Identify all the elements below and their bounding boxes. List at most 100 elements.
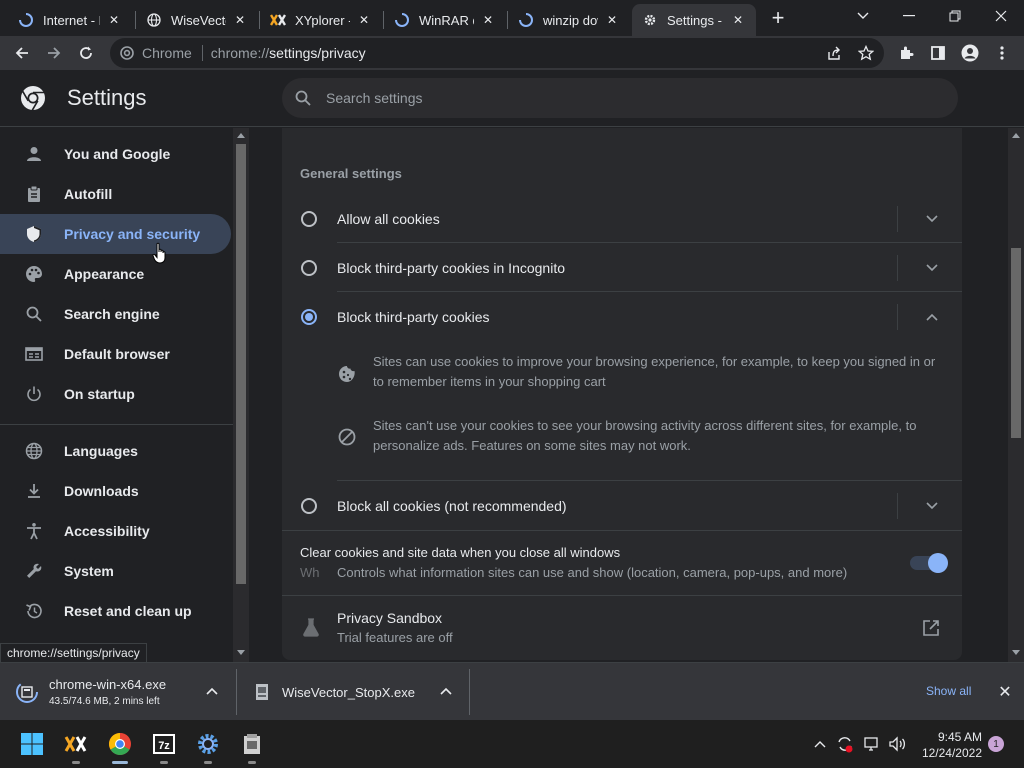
main-scrollbar[interactable]: [1008, 128, 1024, 662]
sync-alert-icon[interactable]: [835, 734, 855, 754]
volume-icon[interactable]: [887, 734, 907, 754]
close-icon[interactable]: ✕: [730, 12, 746, 28]
profile-icon[interactable]: [958, 41, 982, 65]
sidebar-scrollbar[interactable]: [233, 128, 249, 662]
chevron-up-icon[interactable]: [206, 687, 218, 695]
clear-on-close-title: Clear cookies and site data when you clo…: [300, 545, 621, 560]
bookmark-star-icon[interactable]: [854, 41, 878, 65]
tab-settings[interactable]: Settings - C ✕: [632, 4, 756, 36]
close-icon[interactable]: ✕: [232, 12, 248, 28]
close-icon[interactable]: ✕: [356, 12, 372, 28]
tab-search-icon[interactable]: [840, 0, 886, 32]
taskbar-chrome[interactable]: [104, 728, 136, 764]
sidebar-item-you-and-google[interactable]: You and Google: [0, 134, 231, 174]
site-chip-label: Chrome: [142, 45, 192, 61]
radio-button[interactable]: [301, 210, 317, 227]
xyplorer-icon: [64, 736, 87, 752]
chevron-down-icon[interactable]: [920, 256, 944, 280]
sidebar-item-reset-and-clean-up[interactable]: Reset and clean up: [0, 591, 231, 631]
forward-button[interactable]: [40, 39, 68, 67]
share-icon[interactable]: [822, 41, 846, 65]
chevron-down-icon[interactable]: [920, 207, 944, 231]
chevron-up-icon[interactable]: [440, 687, 452, 695]
chrome-icon: [109, 733, 131, 755]
chevron-up-icon[interactable]: [920, 305, 944, 329]
cookie-option-block-all[interactable]: Block all cookies (not recommended): [282, 481, 962, 530]
sidebar-item-label: Autofill: [64, 186, 113, 202]
tab-title: WinRAR do: [419, 12, 474, 28]
site-info-chip[interactable]: Chrome: [120, 45, 192, 61]
installer-icon: [244, 734, 260, 754]
tab-winzip[interactable]: winzip dow ✕: [508, 4, 630, 36]
flask-icon: [303, 618, 319, 637]
back-button[interactable]: [8, 39, 36, 67]
option-label: Block third-party cookies: [337, 308, 490, 325]
taskbar-7zip[interactable]: 7z: [148, 728, 180, 764]
sidebar-item-autofill[interactable]: Autofill: [0, 174, 231, 214]
tab-winrar[interactable]: WinRAR do ✕: [384, 4, 506, 36]
start-button[interactable]: [16, 728, 48, 760]
search-icon: [22, 302, 46, 326]
taskbar-xyplorer[interactable]: [60, 728, 92, 764]
new-tab-button[interactable]: +: [764, 5, 792, 30]
notification-badge[interactable]: 1: [988, 736, 1004, 752]
sidebar-item-languages[interactable]: Languages: [0, 431, 231, 471]
sidebar-item-search-engine[interactable]: Search engine: [0, 294, 231, 334]
settings-search[interactable]: [282, 78, 958, 118]
address-bar[interactable]: Chrome chrome://settings/privacy: [110, 38, 884, 68]
tab-xyplorer[interactable]: XYplorer - ✕: [260, 4, 382, 36]
tab-wisevector[interactable]: WiseVector ✕: [136, 4, 258, 36]
chevron-down-icon[interactable]: [920, 494, 944, 518]
scroll-down-icon[interactable]: [237, 650, 245, 656]
download-item[interactable]: chrome-win-x64.exe 43.5/74.6 MB, 2 mins …: [16, 663, 228, 721]
url-text[interactable]: chrome://settings/privacy: [211, 45, 366, 61]
globe-icon: [146, 12, 162, 28]
radio-button[interactable]: [301, 497, 317, 514]
cookie-option-allow-all[interactable]: Allow all cookies: [282, 194, 962, 243]
reload-button[interactable]: [72, 39, 100, 67]
option-label: Allow all cookies: [337, 210, 440, 227]
sidebar-item-accessibility[interactable]: Accessibility: [0, 511, 231, 551]
menu-kebab-icon[interactable]: [990, 41, 1014, 65]
minimize-button[interactable]: [886, 0, 932, 32]
extensions-icon[interactable]: [894, 41, 918, 65]
radio-button[interactable]: [301, 259, 317, 276]
close-icon[interactable]: ✕: [604, 12, 620, 28]
clear-on-close-toggle[interactable]: [910, 553, 948, 573]
taskbar-clock[interactable]: 9:45 AM 12/24/2022: [918, 729, 982, 761]
network-icon[interactable]: [862, 734, 882, 754]
tab-internet[interactable]: Internet - B ✕: [8, 4, 132, 36]
tray-chevron-up-icon[interactable]: [810, 734, 830, 754]
radio-button-selected[interactable]: [301, 308, 317, 325]
external-link-icon[interactable]: [922, 619, 940, 637]
status-url: chrome://settings/privacy: [0, 643, 147, 663]
palette-icon: [22, 262, 46, 286]
sidebar-item-privacy-and-security[interactable]: Privacy and security: [0, 214, 231, 254]
restore-button[interactable]: [932, 0, 978, 32]
close-icon[interactable]: ✕: [106, 12, 122, 28]
sidebar-item-system[interactable]: System: [0, 551, 231, 591]
show-all-button[interactable]: Show all: [926, 684, 971, 698]
block-icon: [338, 428, 356, 446]
scroll-up-icon[interactable]: [237, 132, 245, 138]
scroll-down-icon[interactable]: [1012, 650, 1020, 656]
chrome-icon: [120, 46, 134, 60]
sidebar-item-on-startup[interactable]: On startup: [0, 374, 231, 414]
close-icon[interactable]: ✕: [480, 12, 496, 28]
loading-icon: [18, 12, 34, 28]
scroll-up-icon[interactable]: [1012, 132, 1020, 138]
cookie-option-block-third-party[interactable]: Block third-party cookies: [282, 292, 962, 341]
side-panel-icon[interactable]: [926, 41, 950, 65]
cookie-option-block-incognito[interactable]: Block third-party cookies in Incognito: [282, 243, 962, 292]
close-window-button[interactable]: [978, 0, 1024, 32]
sidebar-item-default-browser[interactable]: Default browser: [0, 334, 231, 374]
sidebar-item-appearance[interactable]: Appearance: [0, 254, 231, 294]
taskbar-installer[interactable]: [236, 728, 268, 764]
close-download-bar-icon[interactable]: ✕: [996, 683, 1014, 701]
taskbar-settings[interactable]: [192, 728, 224, 764]
search-input[interactable]: [326, 90, 886, 106]
download-item[interactable]: WiseVector_StopX.exe: [254, 663, 464, 721]
sidebar-item-downloads[interactable]: Downloads: [0, 471, 231, 511]
chrome-logo-icon: [21, 86, 45, 111]
download-icon: [22, 479, 46, 503]
